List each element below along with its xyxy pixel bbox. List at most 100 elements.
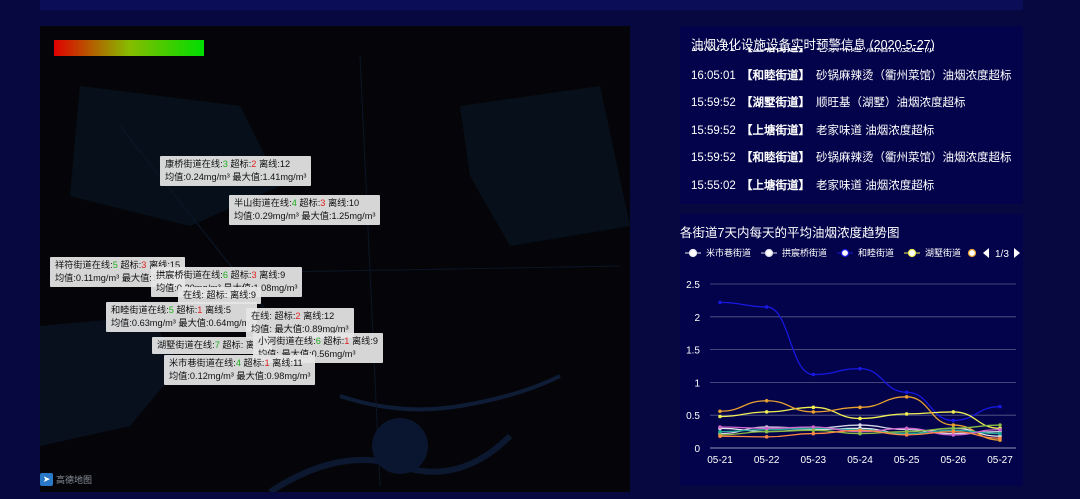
series-point (811, 405, 816, 410)
series-point (951, 433, 956, 437)
x-tick-label: 05-21 (707, 455, 733, 466)
x-tick-label: 05-25 (894, 455, 920, 466)
series-point (904, 429, 909, 434)
series-point (858, 423, 862, 427)
series-point (904, 412, 909, 416)
alert-street: 【和睦街道】 (741, 69, 810, 82)
map-view[interactable]: 康桥街道在线:3 超标:2 离线:12 均值:0.24mg/m³ 最大值:1.41… (40, 26, 630, 492)
over-label: 超标: (241, 358, 265, 368)
y-tick-label: 0.5 (686, 411, 700, 422)
paper-plane-icon: ➤ (40, 473, 53, 486)
series-point (904, 390, 909, 395)
top-bar (40, 0, 1023, 10)
series-point (811, 428, 816, 433)
alert-street: 【上塘街道】 (741, 124, 810, 137)
legend-page-indicator: 1/3 (995, 249, 1009, 260)
series-point (764, 398, 769, 403)
alert-message: 老家味道 油烟浓度超标 (816, 124, 935, 137)
concentration-values: 均值:0.11mg/m³ 最大值:1 (55, 273, 157, 283)
map-street-label[interactable]: 康桥街道在线:3 超标:2 离线:12 均值:0.24mg/m³ 最大值:1.41… (160, 156, 312, 186)
series-point (858, 416, 862, 421)
x-tick-label: 05-23 (801, 455, 827, 466)
alert-time: 15:59:52 (691, 97, 736, 109)
y-tick-label: 2 (694, 313, 700, 324)
map-street-label[interactable]: 和睦街道在线:5 超标:1 离线:5 均值:0.63mg/m³ 最大值:0.64m… (106, 302, 258, 332)
offline-count: 离线:9 (227, 290, 257, 300)
series-point (904, 395, 909, 399)
series-point (858, 366, 862, 371)
alert-row[interactable]: 16:05:01 【上塘街道】 老家味道 油烟浓度超标 (691, 48, 934, 55)
legend-prev-page-icon[interactable] (983, 248, 989, 258)
street-name: 小河街道在线: (258, 336, 316, 346)
alert-row[interactable]: 16:05:01 【和睦街道】 砂锅麻辣烫（衢州菜馆）油烟浓度超标 (691, 67, 1012, 83)
y-tick-label: 2.5 (686, 280, 700, 291)
trend-chart: 0 0.5 1 1.5 2 2.5 05-21 05-22 05-23 05-24 05-25 05-… (685, 247, 1020, 466)
street-name: 湖墅街道在线: (157, 340, 215, 350)
map-provider-logo: ➤ 高德地图 (40, 473, 92, 486)
series-point (951, 426, 956, 431)
alert-row[interactable]: 15:59:52 【和睦街道】 砂锅麻辣烫（衢州菜馆）油烟浓度超标 (691, 149, 1012, 165)
alert-time: 16:05:01 (691, 48, 736, 54)
legend-next-page-icon[interactable] (1014, 248, 1020, 258)
series-point (811, 372, 816, 377)
series-point (764, 426, 769, 431)
series-point (718, 409, 722, 414)
over-label: 超标: (219, 340, 244, 350)
map-street-label[interactable]: 米市巷街道在线:4 超标:1 离线:11 均值:0.12mg/m³ 最大值:0.9… (164, 355, 316, 385)
street-name: 康桥街道在线: (165, 159, 223, 169)
over-label: 超标: (320, 336, 345, 346)
legend-label: 米市巷街道 (706, 247, 751, 258)
alert-time: 16:05:01 (691, 69, 736, 82)
over-label: 超标: (227, 159, 252, 169)
series-point (951, 429, 956, 434)
over-label: 超标: (296, 198, 321, 208)
alert-time: 15:59:52 (691, 124, 736, 137)
concentration-values: 均值:0.24mg/m³ 最大值:1.41mg/m³ (165, 172, 307, 182)
series-point (858, 405, 862, 410)
alert-row[interactable]: 15:59:52 【湖墅街道】 顺旺基（湖墅）油烟浓度超标 (691, 94, 966, 110)
alert-message: 顺旺基（湖墅）油烟浓度超标 (816, 97, 966, 109)
series-point (764, 435, 769, 439)
offline-count: 离线:10 (325, 198, 360, 208)
series-point (811, 431, 816, 436)
offline-count: 离线:5 (202, 305, 232, 315)
y-tick-label: 1 (694, 378, 700, 389)
x-tick-label: 05-27 (987, 455, 1013, 466)
series-point (998, 423, 1002, 427)
legend-color-bar (54, 40, 204, 56)
alert-row[interactable]: 15:59:52 【上塘街道】 老家味道 油烟浓度超标 (691, 122, 934, 138)
alert-list[interactable]: 16:05:01 【上塘街道】 老家味道 油烟浓度超标 16:05:01 【和睦街道】砂… (680, 48, 1023, 204)
street-name: 在线: (251, 311, 272, 321)
street-name: 半山街道在线: (234, 198, 292, 208)
alert-panel: 油烟净化设施设备实时预警信息 (2020-5-27) 16:05:01 【上塘街道… (680, 26, 1023, 204)
series-point (764, 305, 769, 309)
offline-count: 离线:9 (256, 270, 286, 280)
series-point (951, 410, 956, 414)
series-point (811, 410, 816, 414)
legend-swatch-marker (907, 248, 917, 258)
x-tick-label: 05-24 (847, 455, 873, 466)
series-point (998, 436, 1002, 440)
street-name: 和睦街道在线: (111, 305, 169, 315)
x-tick-label: 05-22 (754, 455, 780, 466)
over-label: 超标: (271, 311, 296, 321)
legend-label: 湖墅街道 (925, 247, 961, 258)
map-street-label[interactable]: 半山街道在线:4 超标:3 离线:10 均值:0.29mg/m³ 最大值:1.25… (229, 195, 381, 225)
legend-label: 拱宸桥街道 (782, 247, 827, 258)
y-tick-label: 0 (694, 444, 700, 455)
offline-count: 离线:9 (349, 336, 379, 346)
alert-message: 老家味道 油烟浓度超标 (816, 179, 935, 192)
alert-message: 砂锅麻辣烫（衢州菜馆）油烟浓度超标 (816, 152, 1012, 164)
alert-row[interactable]: 15:55:02 【上塘街道】 老家味道 油烟浓度超标 (691, 177, 934, 193)
series-point (904, 426, 909, 431)
over-label: 超标: (203, 290, 228, 300)
alert-street: 【湖墅街道】 (741, 97, 810, 109)
street-name: 米市巷街道在线: (169, 358, 236, 368)
series-line (719, 301, 1001, 422)
concentration-values: 均值:0.29mg/m³ 最大值:1.25mg/m³ (234, 211, 376, 221)
offline-count: 离线:12 (256, 159, 291, 169)
legend-swatch-marker (688, 248, 698, 258)
x-tick-label: 05-26 (941, 455, 967, 466)
series-point (858, 431, 862, 436)
trend-panel: 各街道7天内每天的平均油烟浓度趋势图 0 0.5 1 1.5 2 2.5 05-21 05-2… (680, 214, 1023, 486)
